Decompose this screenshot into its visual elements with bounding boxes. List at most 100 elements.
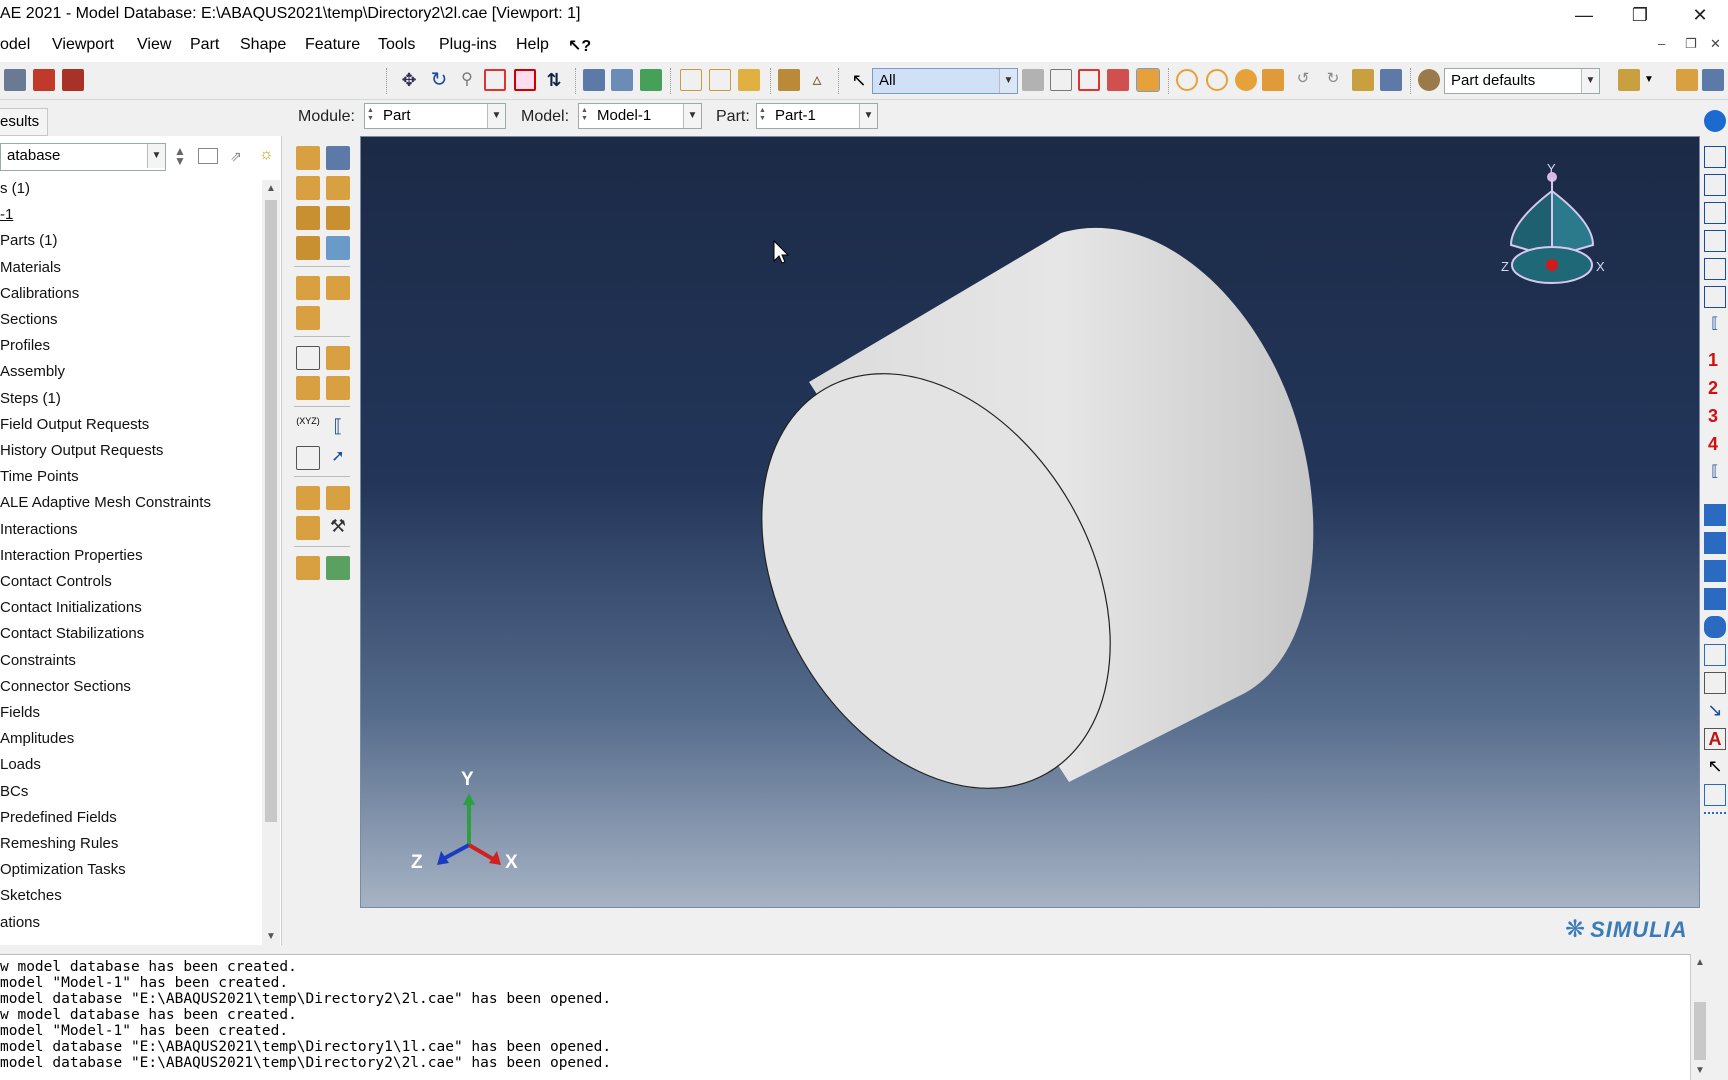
user-view-4[interactable]: 4 <box>1708 434 1718 455</box>
cylinder-part[interactable] <box>691 227 1314 851</box>
edit-sketch-icon[interactable] <box>296 516 320 540</box>
tree-item[interactable]: Sections <box>0 311 58 328</box>
minimize-icon[interactable]: — <box>1556 0 1612 30</box>
tree-item[interactable]: Steps (1) <box>0 390 61 407</box>
zoom-icon[interactable]: ⚲ <box>456 69 478 91</box>
redo-display-icon[interactable]: ↻ <box>1322 69 1344 91</box>
mdi-minimize-icon[interactable]: – <box>1658 36 1665 51</box>
undo-display-icon[interactable]: ↺ <box>1292 69 1314 91</box>
replace-selected-icon[interactable] <box>1206 69 1228 91</box>
part-manager-icon[interactable] <box>326 146 350 170</box>
menu-help[interactable]: Help <box>516 36 549 54</box>
select-arrow-icon[interactable]: ↖ <box>848 69 870 91</box>
isometric-icon[interactable] <box>738 69 760 91</box>
blend-icon[interactable] <box>296 236 320 260</box>
scroll-up-icon[interactable]: ▲ <box>1691 954 1709 972</box>
tree-item[interactable]: Optimization Tasks <box>0 861 126 878</box>
view-triad-large[interactable]: Y Z X <box>1501 161 1605 284</box>
render-hidden-icon[interactable] <box>611 69 633 91</box>
tree-item[interactable]: Profiles <box>0 337 50 354</box>
shell-extrude-icon[interactable] <box>326 176 350 200</box>
solid-extrude-icon[interactable] <box>296 176 320 200</box>
tree-item[interactable]: Constraints <box>0 652 76 669</box>
view-right-icon[interactable] <box>1704 286 1726 308</box>
pan-icon[interactable]: ✥ <box>398 69 420 91</box>
query-point-icon[interactable] <box>296 346 320 370</box>
drag-shape-icon[interactable] <box>1078 69 1100 91</box>
text-annotation-icon[interactable] <box>1704 672 1726 694</box>
view-left-icon[interactable] <box>1704 258 1726 280</box>
viewport-vertical-icon[interactable] <box>1704 588 1726 610</box>
viewport-horizontal-icon[interactable] <box>1704 560 1726 582</box>
tree-updown-icon[interactable]: ▲ ▼ <box>174 145 186 167</box>
view-back-icon[interactable] <box>1704 174 1726 196</box>
set-icon[interactable] <box>326 346 350 370</box>
tree-item[interactable]: Fields <box>0 704 40 721</box>
menu-shape[interactable]: Shape <box>240 36 286 54</box>
message-scroll-thumb[interactable] <box>1694 1002 1706 1060</box>
scroll-down-icon[interactable]: ▼ <box>1691 1062 1709 1080</box>
tree-item[interactable]: BCs <box>0 783 28 800</box>
surface-icon[interactable] <box>296 376 320 400</box>
rotate-icon[interactable]: ↻ <box>428 69 450 91</box>
tree-item[interactable]: Contact Initializations <box>0 599 142 616</box>
user-view-2[interactable]: 2 <box>1708 378 1718 399</box>
save-icon[interactable] <box>33 69 55 91</box>
info-icon[interactable] <box>1704 110 1726 132</box>
part-combo[interactable]: ▲ ▼ Part-1 ▼ <box>756 103 878 129</box>
datum-axis-icon[interactable] <box>326 276 350 300</box>
selection-mode-icon[interactable] <box>1050 69 1072 91</box>
perspective-icon[interactable] <box>680 69 702 91</box>
auto-fit-icon[interactable] <box>514 69 536 91</box>
mdi-restore-icon[interactable]: ❐ <box>1685 36 1697 52</box>
render-style-combo[interactable]: Part defaults ▼ <box>1444 68 1600 94</box>
parallel-icon[interactable] <box>709 69 731 91</box>
annotation-options-icon[interactable] <box>1704 812 1726 834</box>
viewport-tile-icon[interactable] <box>1704 504 1726 526</box>
close-icon[interactable]: ✕ <box>1672 0 1728 30</box>
chevron-down-icon[interactable]: ▼ <box>1644 69 1666 91</box>
viewport-cascade-icon[interactable] <box>1704 532 1726 554</box>
model-combo[interactable]: ▲ ▼ Model-1 ▼ <box>578 103 702 129</box>
open-icon[interactable] <box>62 69 84 91</box>
cycle-views-icon[interactable]: ⇅ <box>543 69 565 91</box>
arrow-annotation-icon[interactable]: ↘ <box>1704 700 1726 722</box>
layout-icon[interactable] <box>1702 69 1724 91</box>
tree-item[interactable]: Calibrations <box>0 285 79 302</box>
render-shaded-icon[interactable] <box>640 69 662 91</box>
partition-icon[interactable] <box>326 236 350 260</box>
datum-csys-icon[interactable]: ⟦ <box>326 416 350 440</box>
tree-item[interactable]: Loads <box>0 756 41 773</box>
tool-hammer-icon[interactable] <box>1262 69 1284 91</box>
restore-icon[interactable]: ❐ <box>1612 0 1668 30</box>
view-top-icon[interactable] <box>1704 202 1726 224</box>
view-csys-icon[interactable]: ⟦ <box>1704 462 1726 484</box>
tree-toggle-icon[interactable] <box>1676 69 1698 91</box>
tree-item[interactable]: Remeshing Rules <box>0 835 118 852</box>
tree-item[interactable]: ations <box>0 914 40 931</box>
tree-item[interactable]: Assembly <box>0 363 65 380</box>
color-mapping-icon[interactable] <box>1618 69 1640 91</box>
create-part-icon[interactable] <box>296 146 320 170</box>
color-code-icon[interactable] <box>1418 69 1440 91</box>
context-help-icon[interactable]: ↖? <box>568 36 591 56</box>
tree-item[interactable]: ALE Adaptive Mesh Constraints <box>0 494 211 511</box>
viewport-annotations-icon[interactable] <box>1704 644 1726 666</box>
menu-feature[interactable]: Feature <box>305 36 360 54</box>
selection-option-icon[interactable] <box>1022 69 1044 91</box>
view-iso-icon[interactable]: ⟦ <box>1704 314 1726 336</box>
edit-feature-icon[interactable] <box>296 306 320 330</box>
tree-scrollbar[interactable]: ▲ ▼ <box>262 180 280 946</box>
tree-item[interactable]: s (1) <box>0 180 30 197</box>
print-icon[interactable] <box>4 69 26 91</box>
tree-item[interactable]: Interaction Properties <box>0 547 143 564</box>
datum-point-icon[interactable] <box>296 276 320 300</box>
display-group-icon[interactable] <box>1352 69 1374 91</box>
tab-results[interactable]: esults <box>0 108 48 136</box>
datum-plane-icon[interactable] <box>296 446 320 470</box>
menu-model[interactable]: odel <box>0 36 30 54</box>
mdi-close-icon[interactable]: ✕ <box>1710 36 1721 52</box>
query-icon[interactable] <box>778 69 800 91</box>
message-scrollbar[interactable]: ▲ ▼ <box>1690 954 1708 1080</box>
wire-icon[interactable] <box>296 206 320 230</box>
